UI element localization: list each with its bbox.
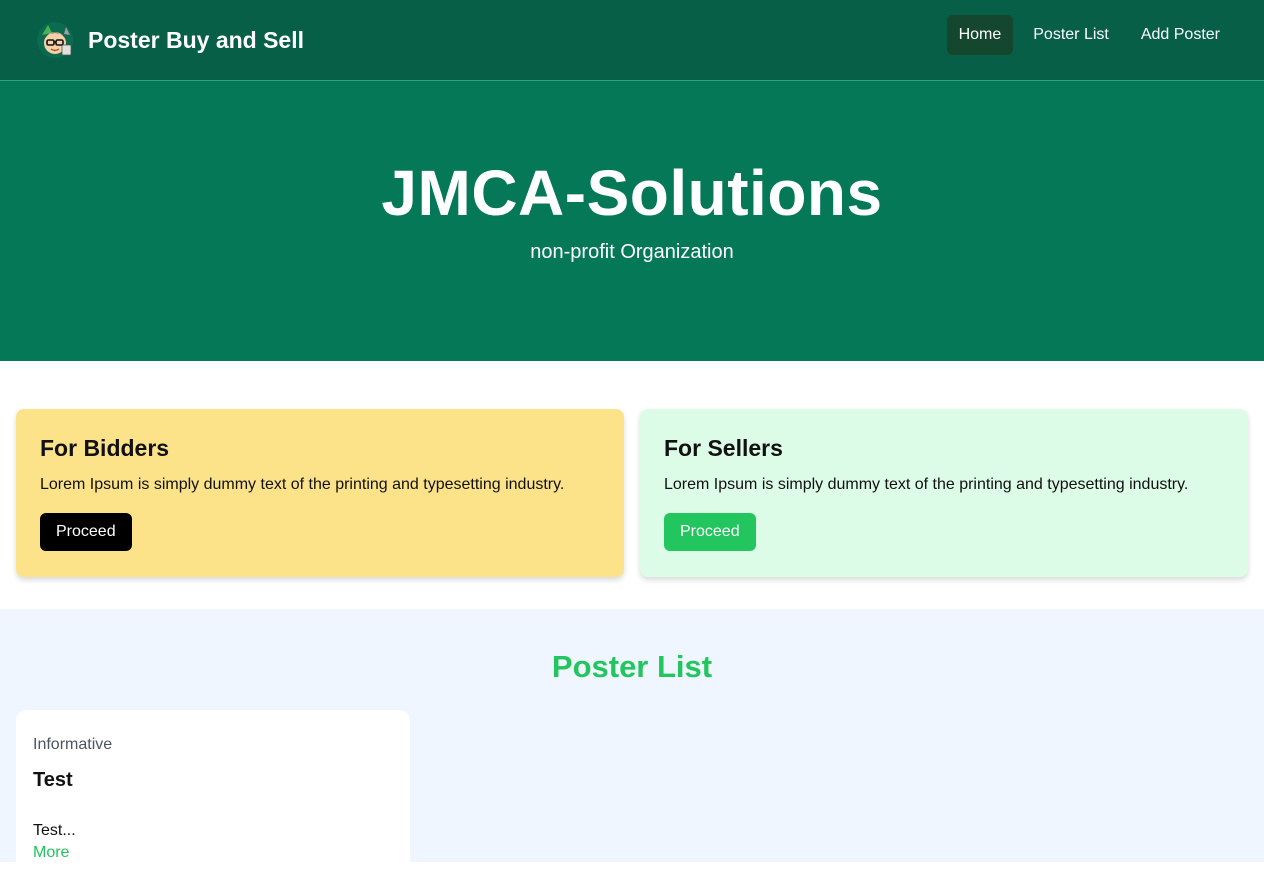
nav-link-add-poster[interactable]: Add Poster <box>1129 15 1232 55</box>
hero-title: JMCA-Solutions <box>381 157 883 229</box>
brand-title: Poster Buy and Sell <box>88 26 305 53</box>
bidders-card: For Bidders Lorem Ipsum is simply dummy … <box>16 409 624 577</box>
poster-list-title: Poster List <box>551 649 713 684</box>
bidders-card-title: For Bidders <box>40 435 170 461</box>
nav-link-poster-list[interactable]: Poster List <box>1021 15 1121 55</box>
sellers-card: For Sellers Lorem Ipsum is simply dummy … <box>640 409 1248 577</box>
role-cards: For Bidders Lorem Ipsum is simply dummy … <box>16 409 1248 577</box>
brand[interactable]: Poster Buy and Sell <box>36 21 304 59</box>
poster-more-link[interactable]: More <box>33 844 393 862</box>
sellers-card-text: Lorem Ipsum is simply dummy text of the … <box>664 476 1189 493</box>
hero-subtitle: non-profit Organization <box>530 241 734 263</box>
poster-list-section: Poster List Informative Test Test... Mor… <box>0 609 1264 890</box>
hero-banner: JMCA-Solutions non-profit Organization <box>0 81 1264 361</box>
cartoon-avatar-logo-icon <box>36 21 74 59</box>
bidders-card-text: Lorem Ipsum is simply dummy text of the … <box>40 476 565 493</box>
poster-category: Informative <box>33 736 113 753</box>
sellers-proceed-button[interactable]: Proceed <box>664 513 756 551</box>
poster-description: Test... <box>33 822 76 839</box>
top-navbar: Poster Buy and Sell Home Poster List Add… <box>0 0 1264 81</box>
poster-title: Test <box>33 769 73 791</box>
sellers-card-title: For Sellers <box>664 435 783 461</box>
nav-link-home[interactable]: Home <box>946 15 1014 55</box>
nav-links: Home Poster List Add Poster <box>946 15 1232 55</box>
poster-card[interactable]: Informative Test Test... More <box>16 710 410 890</box>
bidders-proceed-button[interactable]: Proceed <box>40 513 132 551</box>
